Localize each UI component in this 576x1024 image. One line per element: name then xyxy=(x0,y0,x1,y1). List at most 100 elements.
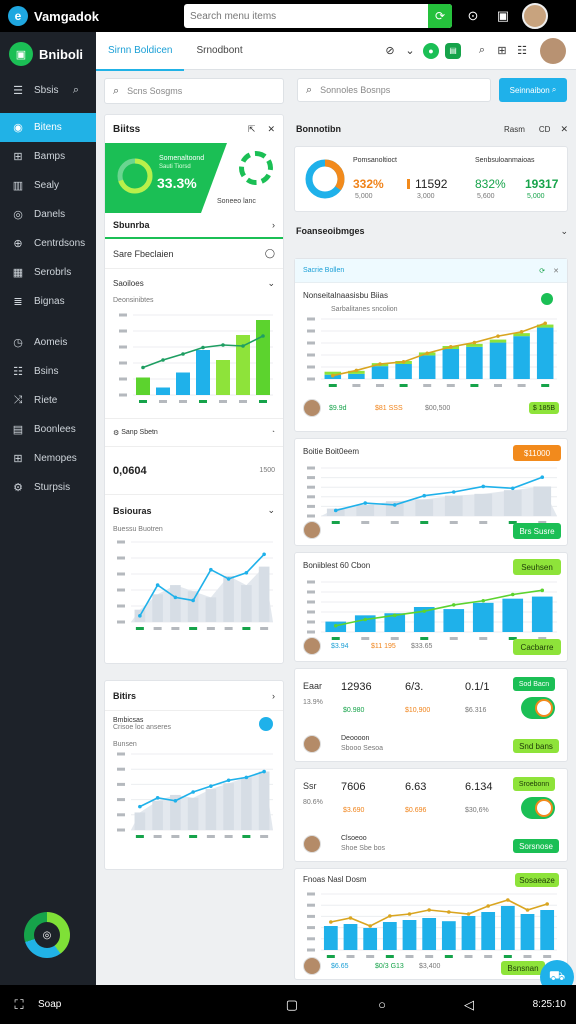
y-tick-label xyxy=(307,610,315,614)
brand-icon: ▣ xyxy=(9,42,33,66)
stat-card-2-button-bottom[interactable]: Sorsnose xyxy=(513,839,559,853)
left-chart-3 xyxy=(117,752,273,838)
bar xyxy=(531,596,553,632)
sidebar-item-8[interactable]: ☷ Bsins xyxy=(0,357,96,386)
right-card-3: Boniiblest 60 Cbon Seuhsen $3.94 $11 195… xyxy=(294,552,568,662)
left-section-row[interactable]: Sbunrba › xyxy=(105,213,283,239)
sidebar-item-0[interactable]: ◉ Bitens xyxy=(0,113,96,142)
left-search-input[interactable]: ⌕ Scns Sosgms xyxy=(104,78,284,104)
sidebar-item-6[interactable]: ≣ Bignas xyxy=(0,287,96,316)
left-section-3-title: Bitirs xyxy=(113,690,137,701)
y-tick-label xyxy=(307,600,315,604)
expand-icon[interactable]: ⇱ xyxy=(248,124,256,135)
refresh-icon[interactable]: ⟳ xyxy=(428,4,452,28)
left-row-2[interactable]: Saoiloes ⌄ xyxy=(105,269,283,297)
card-2-button-bottom[interactable]: Brs Susre xyxy=(513,523,561,539)
sidebar-item-3[interactable]: ◎ Danels xyxy=(0,200,96,229)
right-section-header[interactable]: Foanseoibmges ⌄ xyxy=(296,222,568,240)
toggle-switch[interactable] xyxy=(521,697,555,719)
left-section-3[interactable]: Bitirs › xyxy=(105,681,283,711)
stat-card-2-label-2: 80.6% xyxy=(303,799,323,806)
x-tick-label xyxy=(260,835,269,838)
hamburger-icon[interactable]: ☰ xyxy=(11,84,25,97)
card-3-button-top[interactable]: Seuhsen xyxy=(513,559,561,575)
share-icon[interactable] xyxy=(259,717,273,731)
sidebar-item-7[interactable]: ◷ Aomeis xyxy=(0,328,96,357)
x-tick-label xyxy=(179,400,187,403)
left-section-2[interactable]: Bsiouras ⌄ xyxy=(105,494,283,526)
chevron-down-icon[interactable]: ⌄ xyxy=(400,44,420,57)
sidebar-item-label: Bignas xyxy=(34,296,65,307)
stat-card-1-button-bottom[interactable]: Snd bans xyxy=(513,739,559,753)
stats-card: Pomsanoltioct 332% 5,000 11592 3,000 Sen… xyxy=(294,146,568,212)
value-label-icon: ⚙ xyxy=(113,429,122,437)
card-4-button-bottom[interactable]: Bsnsnan xyxy=(501,961,545,975)
home-button[interactable]: ○ xyxy=(298,997,386,1012)
sidebar-item-2[interactable]: ▥ Sealy xyxy=(0,171,96,200)
chevron-right-icon: › xyxy=(272,690,275,701)
sidebar-item-11[interactable]: ⊞ Nemopes xyxy=(0,444,96,473)
header-avatar[interactable] xyxy=(540,37,566,64)
banner-percent: 33.3% xyxy=(157,175,197,191)
trend-point xyxy=(525,908,530,912)
stat-1-sub: 5,000 xyxy=(355,193,373,200)
sidebar-item-4[interactable]: ⊕ Centrdsons xyxy=(0,229,96,258)
y-tick-label xyxy=(117,798,125,802)
top-search-input[interactable]: Search menu items ⟳ xyxy=(184,4,452,28)
left-row-1[interactable]: Sare Fbeclaien ◯ xyxy=(105,239,283,269)
card-3-button-bottom[interactable]: Cacbarre xyxy=(513,639,561,655)
history-icon[interactable]: ⊘ xyxy=(380,44,400,57)
y-tick-label xyxy=(307,590,315,594)
area-bar xyxy=(241,585,252,622)
refresh-icon[interactable]: ⟳ xyxy=(539,267,545,275)
toggle-icon[interactable]: ◯ xyxy=(265,248,275,259)
back-button[interactable]: ◁ xyxy=(386,997,474,1013)
grid-icon[interactable]: ⊞ xyxy=(492,44,512,57)
trend-point xyxy=(422,609,427,613)
banner-footer: Soneeo lanc xyxy=(217,197,256,205)
sidebar-item-9[interactable]: ⤨ Riete xyxy=(0,386,96,415)
scan-icon[interactable]: ⛶ xyxy=(0,997,38,1013)
area-bar xyxy=(474,493,493,516)
left-row-2-label: Saoiloes xyxy=(113,278,144,288)
sidebar-item-label: Riete xyxy=(34,395,58,406)
trend-point xyxy=(209,567,213,572)
sidebar-item-5[interactable]: ▦ Serobrls xyxy=(0,258,96,287)
close-icon[interactable]: ✕ xyxy=(553,267,559,275)
list-icon[interactable]: ☷ xyxy=(512,44,532,57)
chevron-right-icon: › xyxy=(272,220,275,230)
card-1-badge[interactable]: $ 185B xyxy=(529,402,559,414)
search-icon[interactable]: ⌕ xyxy=(69,84,83,97)
badge-icon[interactable]: ▤ xyxy=(445,42,461,59)
trend-point xyxy=(540,588,545,593)
card-1-footer-2: $81 SSS xyxy=(375,404,403,412)
sidebar-item-10[interactable]: ▤ Boonlees xyxy=(0,415,96,444)
card-2-button-top[interactable]: $11000 xyxy=(513,445,561,461)
search-icon[interactable]: ⌕ xyxy=(472,44,492,57)
sidebar-brand[interactable]: ▣ Bniboli xyxy=(0,32,96,76)
card-4-button-top[interactable]: Sosaeaze xyxy=(515,873,559,887)
right-header-action[interactable]: Rasm xyxy=(504,125,525,134)
tab-main[interactable]: Sirnn Boldicen xyxy=(96,32,185,71)
status-icon[interactable]: ● xyxy=(423,42,439,59)
stat-card-2-button-top[interactable]: Sroebonn xyxy=(513,777,555,791)
search-button[interactable]: Seinnaibon ⌕ xyxy=(499,78,567,102)
recents-button[interactable]: ▢ xyxy=(98,997,298,1013)
right-header-action-2[interactable]: CD xyxy=(539,125,551,134)
sidebar-item-12[interactable]: ⚙ Sturpsis xyxy=(0,473,96,502)
stat-card-1-button-top[interactable]: Sod Bacn xyxy=(513,677,555,691)
left-section-title: Sbunrba xyxy=(113,220,150,230)
sidebar-item-1[interactable]: ⊞ Bamps xyxy=(0,142,96,171)
toggle-switch[interactable] xyxy=(521,797,555,819)
x-tick-label xyxy=(206,835,215,838)
settings-icon[interactable]: ⊙ xyxy=(458,8,488,24)
close-icon[interactable]: ✕ xyxy=(560,124,568,135)
close-icon[interactable]: ✕ xyxy=(267,124,275,135)
user-avatar[interactable] xyxy=(522,3,548,29)
window-icon[interactable]: ▣ xyxy=(488,8,518,24)
area-bar xyxy=(205,597,217,622)
card-1-tagbar: Sacrie Bollen ⟳ ✕ xyxy=(295,259,567,283)
right-search-input[interactable]: ⌕ Sonnoles Bosnps xyxy=(297,78,491,102)
tab-secondary[interactable]: Srnodbont xyxy=(184,32,254,70)
sidebar-menu-row[interactable]: ☰ Sbsis ⌕ xyxy=(0,76,96,105)
